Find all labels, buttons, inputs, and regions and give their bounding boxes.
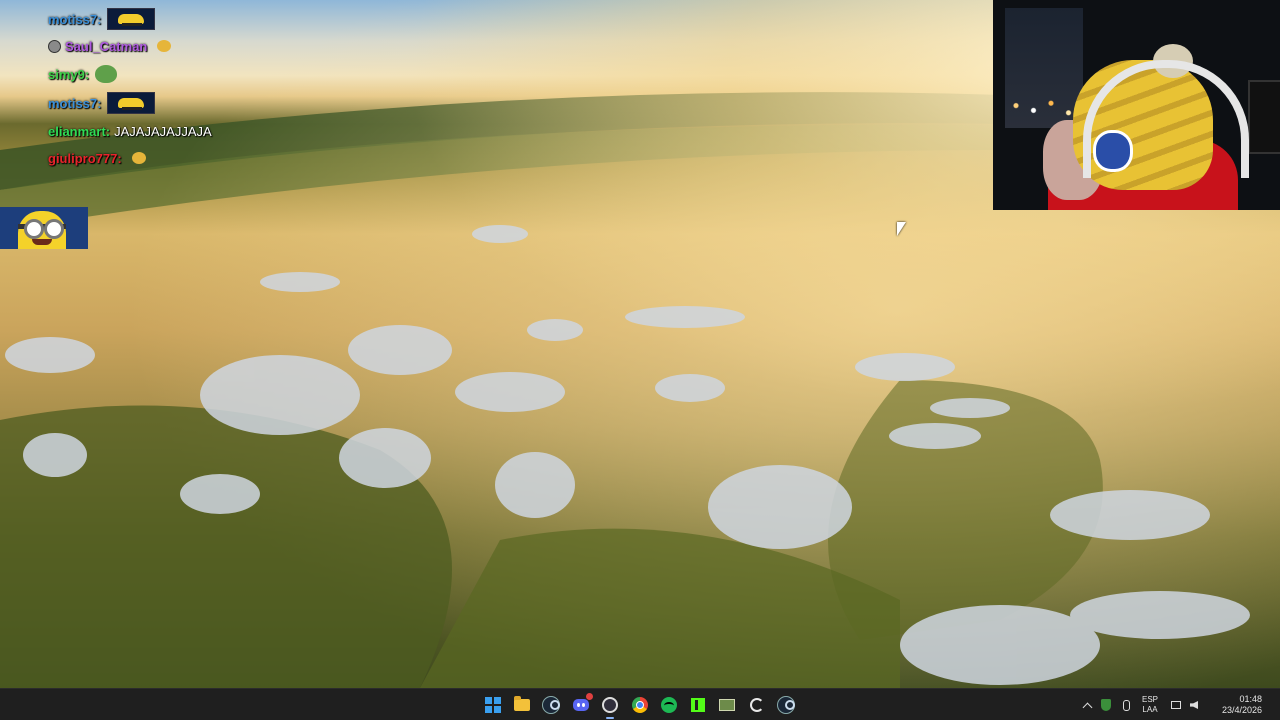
volume-button[interactable] [1186,689,1202,720]
network-button[interactable] [1168,689,1184,720]
chat-message: Saul_Catman [48,35,172,57]
language-button[interactable]: ESP LAA [1138,689,1162,720]
steam-icon [777,696,795,714]
city-lights [1009,96,1079,120]
clock-date: 23/4/2026 [1221,705,1263,715]
taskbar-photos[interactable] [714,692,740,718]
microphone-icon [1122,699,1130,711]
taskbar-steam-2[interactable] [773,692,799,718]
beanie-logo-icon [1093,130,1133,172]
obs-icon [602,697,618,713]
background-monitor [1248,80,1280,154]
start-button[interactable] [480,692,506,718]
chat-message: simy9: [48,63,118,85]
webcam-overlay [993,0,1280,210]
spotify-icon [661,697,677,713]
language-code: ESP [1141,695,1158,704]
steam-icon [542,696,560,714]
mouse-cursor-icon [897,222,906,236]
taskbar-spotify[interactable] [656,692,682,718]
taskbar-discord[interactable] [568,692,594,718]
clock-time: 01:48 [1239,694,1263,704]
folder-icon [514,696,530,711]
speaker-icon [1190,701,1198,709]
minion-emote-icon [0,207,88,249]
taskbar: ESP LAA 01:48 23/4/2026 [0,688,1280,720]
chat-message: motiss7: [48,8,156,30]
chat-username: giulipro777: [48,150,122,166]
refresh-icon [750,698,764,712]
show-hidden-icons-button[interactable] [1080,689,1094,720]
pepe-emote-icon [95,65,118,83]
user-badge-icon [48,39,61,53]
taskbar-chrome[interactable] [627,692,653,718]
system-tray: ESP LAA 01:48 23/4/2026 [1080,689,1280,720]
chrome-icon [632,697,648,713]
duck-emote-icon [157,40,172,52]
chevron-up-icon [1082,702,1092,712]
taskbar-refresh-app[interactable] [744,692,770,718]
chat-text: JAJAJAJAJJAJA [114,123,212,139]
notification-badge [586,693,593,700]
taskbar-obs[interactable] [597,692,623,719]
car-emote-icon [107,8,156,30]
taskbar-kick[interactable] [685,692,711,718]
photo-icon [719,699,735,711]
taskbar-file-explorer[interactable] [509,692,535,718]
shield-icon [1101,699,1111,711]
chat-message: motiss7: [48,92,156,114]
chat-message: elianmart: JAJAJAJAJJAJA [48,120,212,142]
discord-icon [573,699,589,711]
taskbar-steam[interactable] [538,692,564,718]
security-tray-button[interactable] [1098,689,1114,720]
chat-username: motiss7: [48,95,102,111]
microphone-tray-button[interactable] [1118,689,1134,720]
windows-start-icon [485,697,501,713]
car-emote-icon [107,92,156,114]
kick-icon [691,698,705,712]
chat-message: giulipro777: [48,147,146,169]
chat-username: motiss7: [48,11,102,27]
duck-emote-icon [131,152,146,164]
keyboard-layout: LAA [1142,705,1158,714]
chat-username: Saul_Catman [65,38,148,54]
chat-username: elianmart: [48,123,111,139]
network-icon [1171,701,1181,709]
clock-button[interactable]: 01:48 23/4/2026 [1212,689,1272,720]
chat-username: simy9: [48,66,90,82]
